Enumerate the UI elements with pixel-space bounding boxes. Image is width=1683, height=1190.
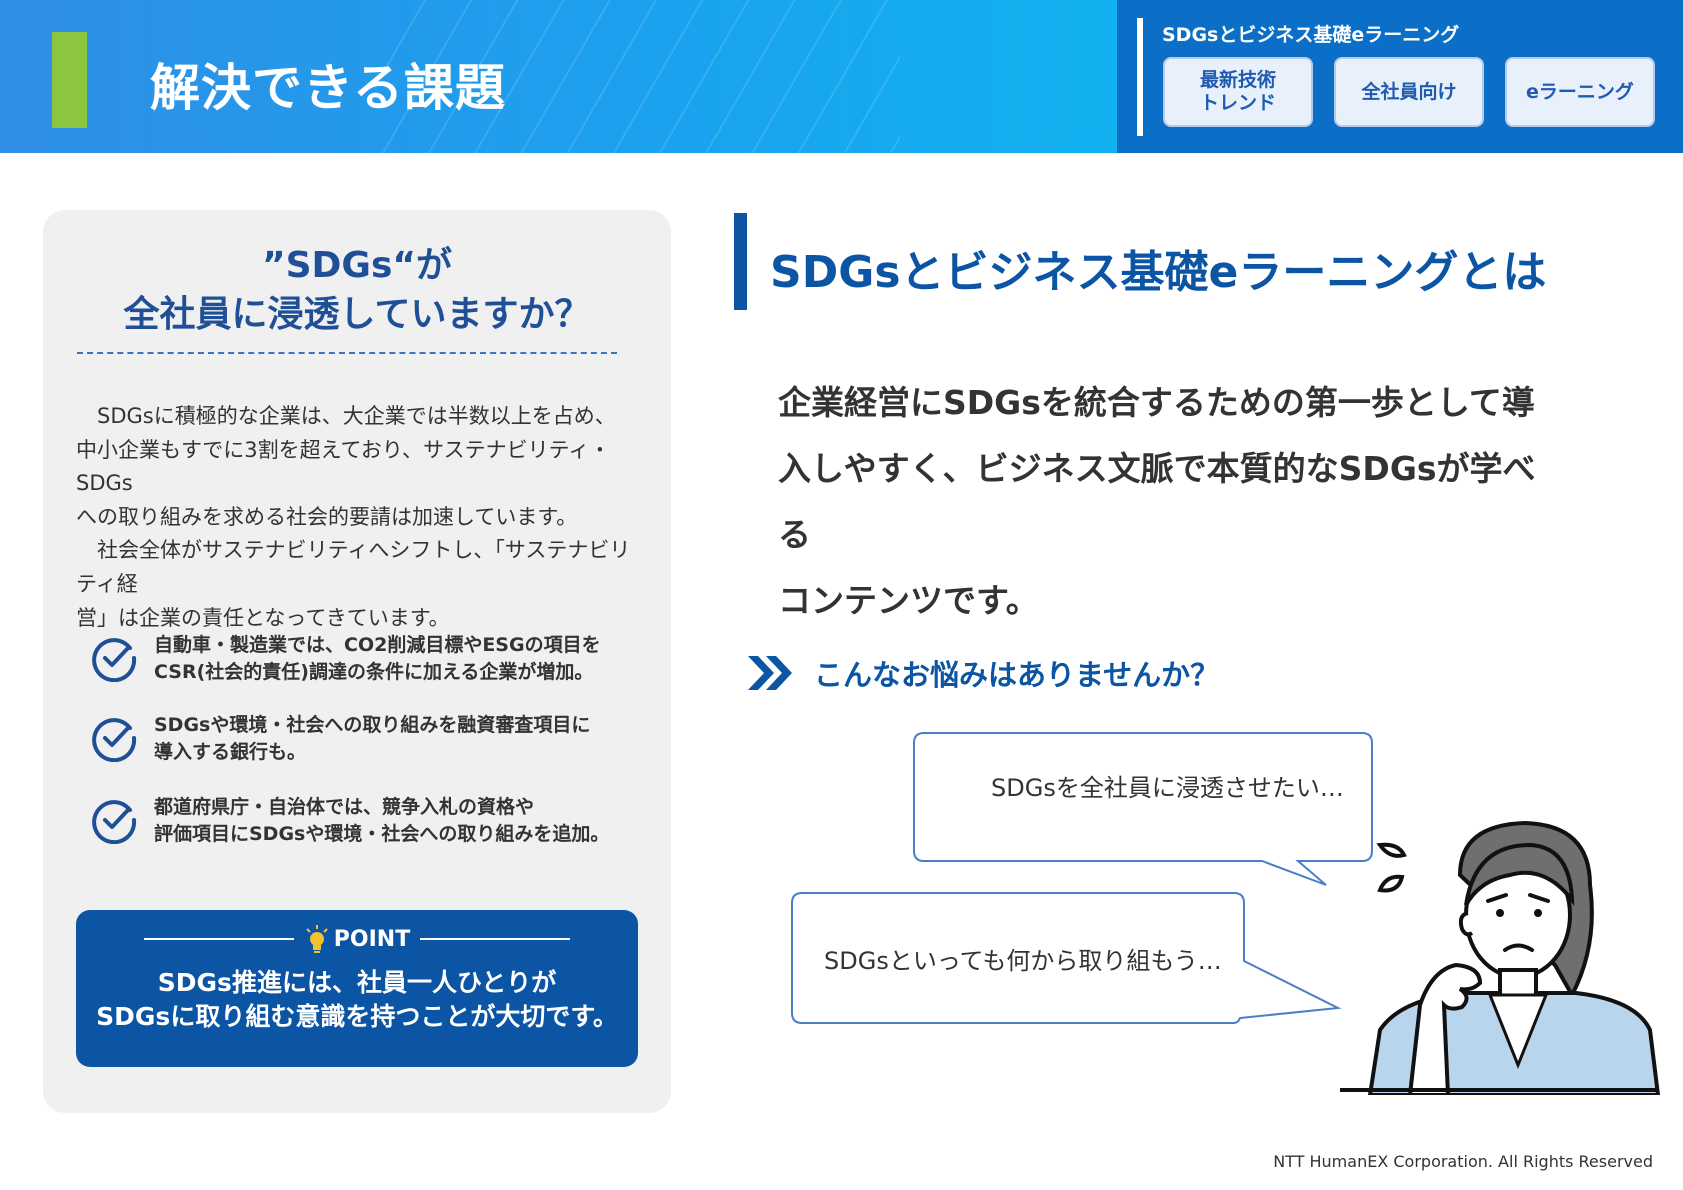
title-accent-bar xyxy=(52,32,87,128)
point-left-line xyxy=(143,938,294,940)
section-title: SDGsとビジネス基礎eラーニングとは xyxy=(770,247,1547,298)
point-right-line xyxy=(420,938,571,940)
lightbulb-icon xyxy=(306,925,328,953)
card-heading: ”SDGs“が 全社員に浸透していますか？ xyxy=(123,245,591,335)
worried-person-illustration xyxy=(1340,820,1660,1095)
tag-all-employees[interactable]: 全社員向け xyxy=(1334,57,1484,127)
tag-elearning[interactable]: eラーニング xyxy=(1505,57,1655,127)
check-text: SDGsや環境・社会への取り組みを融資審査項目に 導入する銀行も。 xyxy=(154,714,591,763)
question-text: こんなお悩みはありませんか？ xyxy=(814,658,1220,692)
panel-divider xyxy=(1137,18,1143,136)
brand-label: SDGsとビジネス基礎eラーニング xyxy=(1162,24,1460,46)
check-item: SDGsや環境・社会への取り組みを融資審査項目に 導入する銀行も。 xyxy=(90,712,650,765)
speech-bubbles xyxy=(791,732,1373,1024)
check-text: 都道府県庁・自治体では、競争入札の資格や 評価項目にSDGsや環境・社会への取り… xyxy=(154,796,610,845)
tag-latest-tech-trend[interactable]: 最新技術 トレンド xyxy=(1163,57,1313,127)
section-accent-bar xyxy=(734,213,747,310)
check-circle-icon xyxy=(92,638,137,682)
point-message: SDGs推進には、社員一人ひとりが SDGsに取り組む意識を持つことが大切です。 xyxy=(96,968,618,1031)
check-item: 自動車・製造業では、CO2削減目標やESGの項目を CSR(社会的責任)調達の条… xyxy=(90,632,650,685)
check-item: 都道府県庁・自治体では、競争入札の資格や 評価項目にSDGsや環境・社会への取り… xyxy=(90,794,650,847)
point-label: POINT xyxy=(333,926,411,952)
intro-paragraph: SDGsに積極的な企業は、大企業では半数以上を占め、 中小企業もすでに3割を超え… xyxy=(76,404,631,630)
description-text: 企業経営にSDGsを統合するための第一歩として導 入しやすく、ビジネス文脈で本質… xyxy=(778,383,1536,620)
check-text: 自動車・製造業では、CO2削減目標やESGの項目を CSR(社会的責任)調達の条… xyxy=(154,634,601,683)
speech-bubble-1-shape xyxy=(913,732,1373,886)
double-chevron-right-icon xyxy=(748,656,792,690)
question-row: こんなお悩みはありませんか？ xyxy=(746,652,1219,694)
speech-bubble-1-text: SDGsを全社員に浸透させたい… xyxy=(991,774,1344,802)
page-title: 解決できる課題 xyxy=(150,59,506,117)
check-circle-icon xyxy=(92,800,137,844)
check-circle-icon xyxy=(92,718,137,762)
point-box: POINT SDGs推進には、社員一人ひとりが SDGsに取り組む意識を持つこと… xyxy=(76,910,638,1067)
point-label-row: POINT xyxy=(76,924,638,954)
footer-copyright: NTT HumanEX Corporation. All Rights Rese… xyxy=(1273,1152,1653,1171)
heading-divider xyxy=(77,352,617,354)
speech-bubble-2-text: SDGsといっても何から取り組もう… xyxy=(824,947,1222,975)
